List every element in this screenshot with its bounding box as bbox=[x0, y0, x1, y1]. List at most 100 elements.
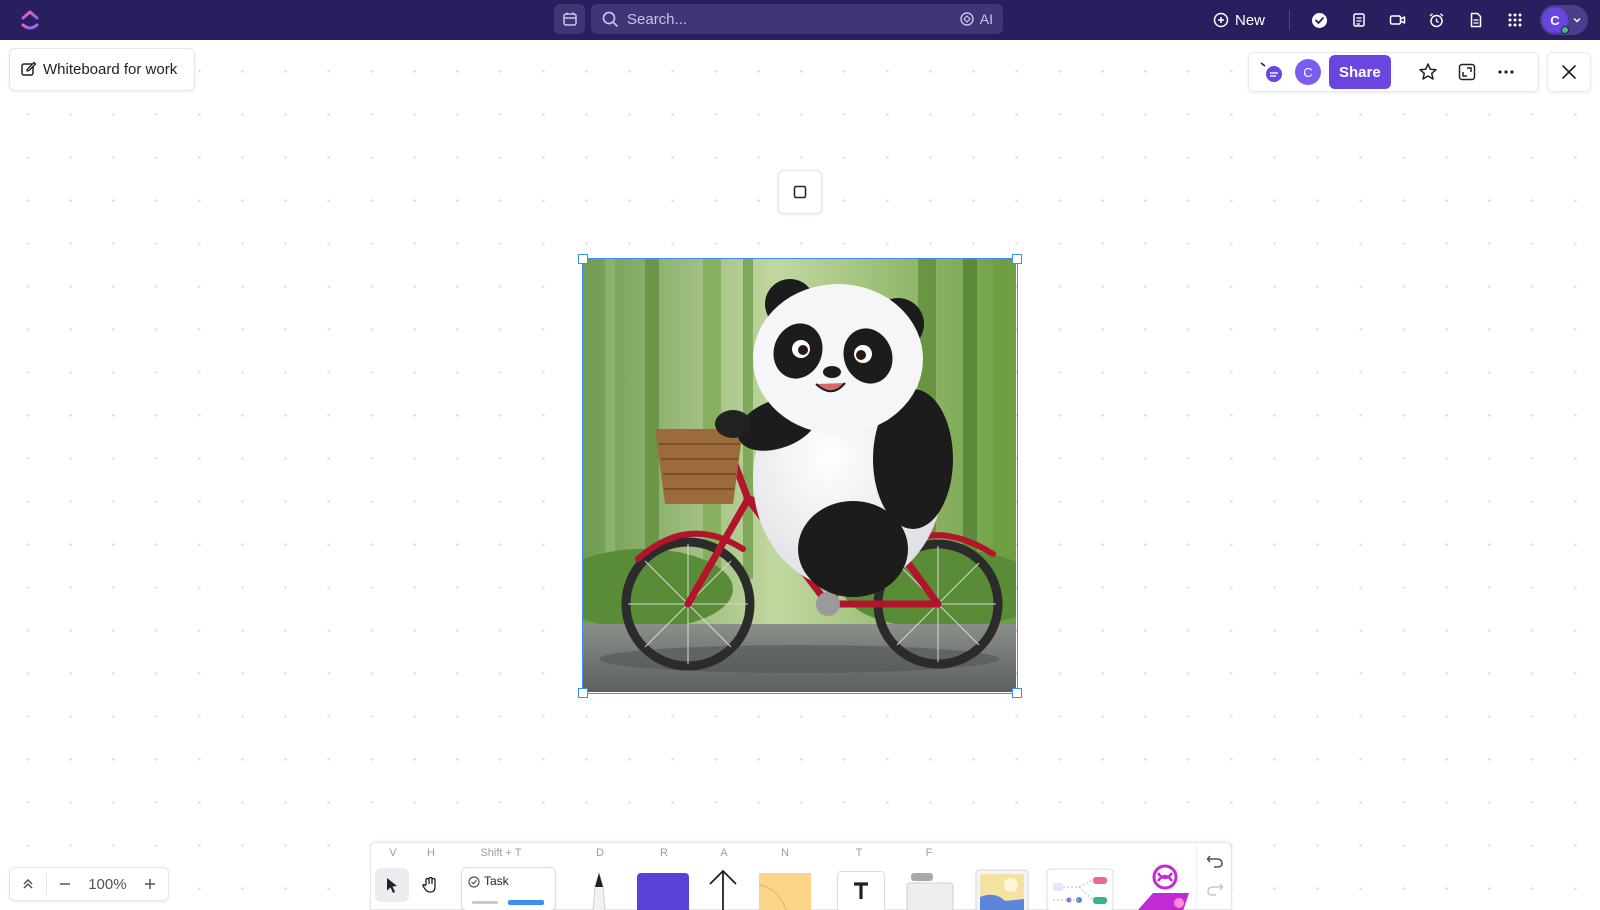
image-tool[interactable] bbox=[975, 869, 1029, 910]
search-icon bbox=[602, 11, 618, 27]
text-tool[interactable] bbox=[837, 871, 885, 910]
minus-icon bbox=[59, 883, 70, 885]
ai-button[interactable]: AI bbox=[959, 11, 993, 27]
online-status-dot bbox=[1561, 26, 1569, 34]
zoom-level[interactable]: 100% bbox=[83, 876, 133, 893]
rectangle-shortcut: R bbox=[660, 847, 668, 859]
check-icon bbox=[468, 876, 480, 888]
draw-shortcut: D bbox=[596, 847, 604, 859]
frame-icon bbox=[906, 873, 954, 910]
calendar-button[interactable] bbox=[554, 4, 585, 34]
tasks-button[interactable] bbox=[1300, 5, 1339, 35]
crop-image-button[interactable] bbox=[778, 170, 822, 214]
new-button[interactable]: New bbox=[1203, 5, 1275, 35]
pen-icon bbox=[592, 871, 606, 910]
task-line-gray bbox=[472, 901, 498, 904]
chat-icon bbox=[1260, 62, 1282, 82]
favorite-button[interactable] bbox=[1413, 57, 1443, 87]
search-placeholder: Search... bbox=[627, 10, 688, 28]
zoom-in-button[interactable] bbox=[132, 868, 168, 900]
video-button[interactable] bbox=[1378, 5, 1417, 35]
undo-button[interactable] bbox=[1205, 850, 1225, 870]
frame-tool[interactable] bbox=[905, 871, 955, 910]
text-shortcut: T bbox=[855, 847, 863, 859]
arrow-shortcut: A bbox=[720, 847, 728, 859]
avatar: C bbox=[1542, 7, 1569, 34]
close-icon bbox=[1562, 65, 1576, 79]
collaborator-avatar[interactable]: C bbox=[1295, 59, 1321, 85]
hand-tool[interactable] bbox=[413, 868, 447, 902]
redo-button[interactable] bbox=[1205, 878, 1225, 898]
edit-board-icon bbox=[21, 61, 37, 76]
app-logo-icon[interactable] bbox=[18, 8, 42, 32]
resize-handle-top-right[interactable] bbox=[1012, 254, 1022, 264]
share-button[interactable]: Share bbox=[1329, 55, 1391, 89]
ai-sparkle-icon bbox=[1137, 864, 1189, 910]
top-bar: Search... AI New C bbox=[0, 0, 1600, 40]
grid-icon bbox=[1508, 13, 1521, 27]
panda-bicycle-image bbox=[583, 259, 1016, 692]
sticky-note-tool[interactable] bbox=[757, 871, 813, 910]
plus-circle-icon bbox=[1213, 12, 1229, 28]
collaboration-bar: C Share bbox=[1248, 52, 1539, 92]
ai-label: AI bbox=[979, 11, 993, 27]
close-board-button[interactable] bbox=[1547, 52, 1591, 92]
task-shortcut: Shift + T bbox=[480, 847, 522, 859]
search-bar[interactable]: Search... AI bbox=[591, 4, 1003, 34]
task-line-blue bbox=[508, 900, 544, 905]
task-tool[interactable]: Task bbox=[461, 867, 556, 910]
check-circle-icon bbox=[1312, 12, 1327, 28]
arrow-up-icon bbox=[709, 869, 737, 910]
board-title: Whiteboard for work bbox=[43, 61, 178, 78]
selected-image[interactable] bbox=[582, 258, 1018, 694]
notepad-icon bbox=[1352, 13, 1365, 27]
square-icon bbox=[793, 185, 807, 199]
docs-button[interactable] bbox=[1456, 5, 1495, 35]
user-menu[interactable]: C bbox=[1540, 5, 1588, 35]
more-options-button[interactable] bbox=[1491, 57, 1521, 87]
draw-tool[interactable] bbox=[581, 865, 617, 910]
notepad-button[interactable] bbox=[1339, 5, 1378, 35]
mindmap-tool[interactable] bbox=[1045, 867, 1115, 910]
mindmap-icon bbox=[1046, 868, 1114, 910]
cursor-icon bbox=[387, 878, 397, 893]
sticky-note-icon bbox=[758, 873, 811, 910]
hand-icon bbox=[422, 876, 436, 893]
resize-handle-top-left[interactable] bbox=[578, 254, 588, 264]
task-label: Task bbox=[484, 874, 509, 888]
plus-icon bbox=[145, 879, 156, 889]
doc-icon bbox=[1470, 12, 1481, 28]
arrow-tool[interactable] bbox=[705, 867, 741, 910]
frame-shortcut: F bbox=[925, 847, 933, 859]
expand-icon bbox=[1458, 63, 1475, 81]
divider bbox=[1289, 10, 1290, 30]
select-tool[interactable] bbox=[375, 868, 409, 902]
chat-button[interactable] bbox=[1257, 57, 1287, 87]
resize-handle-bottom-right[interactable] bbox=[1012, 688, 1022, 698]
collapse-button[interactable] bbox=[10, 868, 46, 900]
whiteboard-toolbar: V H Shift + T D R A N T F Task bbox=[370, 842, 1232, 910]
calendar-icon bbox=[562, 12, 577, 26]
apps-button[interactable] bbox=[1495, 5, 1534, 35]
more-dots-icon bbox=[1498, 70, 1514, 74]
note-shortcut: N bbox=[781, 847, 789, 859]
text-icon bbox=[854, 882, 868, 899]
reminder-button[interactable] bbox=[1417, 5, 1456, 35]
redo-icon bbox=[1207, 883, 1224, 896]
board-title-button[interactable]: Whiteboard for work bbox=[9, 48, 195, 91]
history-controls bbox=[1196, 842, 1232, 910]
select-shortcut: V bbox=[389, 847, 397, 859]
chevrons-up-icon bbox=[23, 878, 33, 889]
image-icon bbox=[975, 869, 1029, 910]
ai-tool[interactable] bbox=[1133, 863, 1193, 910]
alarm-icon bbox=[1429, 12, 1444, 27]
fullscreen-button[interactable] bbox=[1452, 57, 1482, 87]
ai-icon bbox=[960, 12, 974, 26]
resize-handle-bottom-left[interactable] bbox=[578, 688, 588, 698]
hand-shortcut: H bbox=[427, 847, 435, 859]
avatar-initial: C bbox=[1550, 12, 1560, 28]
star-icon bbox=[1418, 63, 1437, 80]
share-label: Share bbox=[1339, 63, 1381, 81]
zoom-out-button[interactable] bbox=[47, 868, 83, 900]
rectangle-tool[interactable] bbox=[637, 873, 689, 910]
